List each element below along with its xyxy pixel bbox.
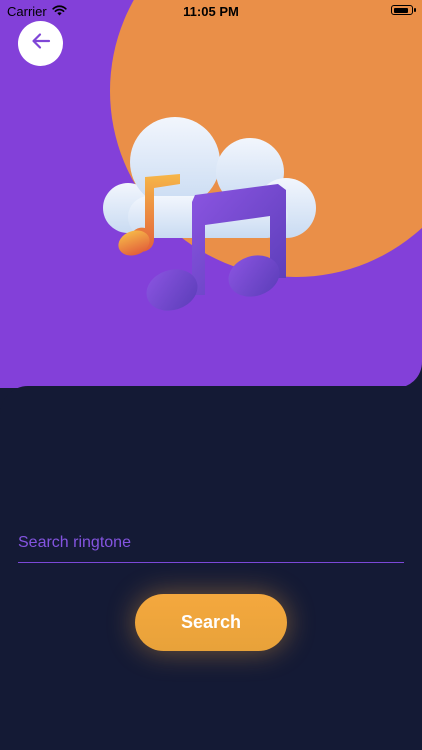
battery-level [393,7,408,13]
search-field [18,528,404,563]
content-panel [0,386,422,750]
ringtone-search-screen: Carrier 11:05 PM Search ringtone Search [0,0,422,750]
status-bar: Carrier 11:05 PM [0,0,422,24]
back-button[interactable] [18,21,63,66]
cloud-music-note-icon [100,100,325,320]
search-input[interactable] [18,528,404,563]
battery-icon [391,5,416,15]
arrow-left-icon [31,32,51,55]
search-button[interactable]: Search [135,594,287,651]
status-time: 11:05 PM [183,4,239,19]
